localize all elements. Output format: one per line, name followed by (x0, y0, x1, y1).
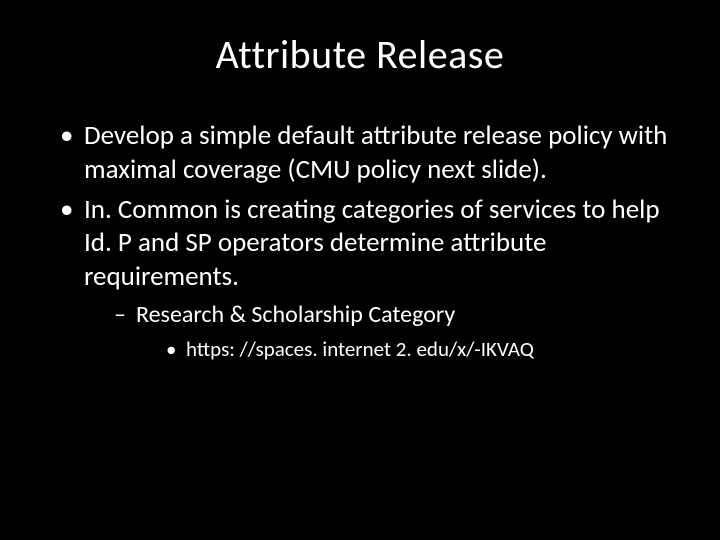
bullet-text: Develop a simple default attribute relea… (84, 119, 667, 186)
bullet-text: https: //spaces. internet 2. edu/x/-IKVA… (186, 336, 534, 362)
bullet-text: In. Common is creating categories of ser… (84, 193, 660, 294)
bullet-list-level1: Develop a simple default attribute relea… (60, 119, 680, 362)
list-item: https: //spaces. internet 2. edu/x/-IKVA… (166, 336, 680, 362)
list-item: In. Common is creating categories of ser… (60, 193, 680, 363)
slide: Attribute Release Develop a simple defau… (0, 0, 720, 540)
slide-title: Attribute Release (40, 30, 680, 79)
list-item: Develop a simple default attribute relea… (60, 119, 680, 187)
bullet-text: Research & Scholarship Category (136, 300, 455, 329)
bullet-list-level3: https: //spaces. internet 2. edu/x/-IKVA… (166, 336, 680, 362)
bullet-list-level2: Research & Scholarship Category https: /… (114, 300, 680, 362)
list-item: Research & Scholarship Category https: /… (114, 300, 680, 362)
